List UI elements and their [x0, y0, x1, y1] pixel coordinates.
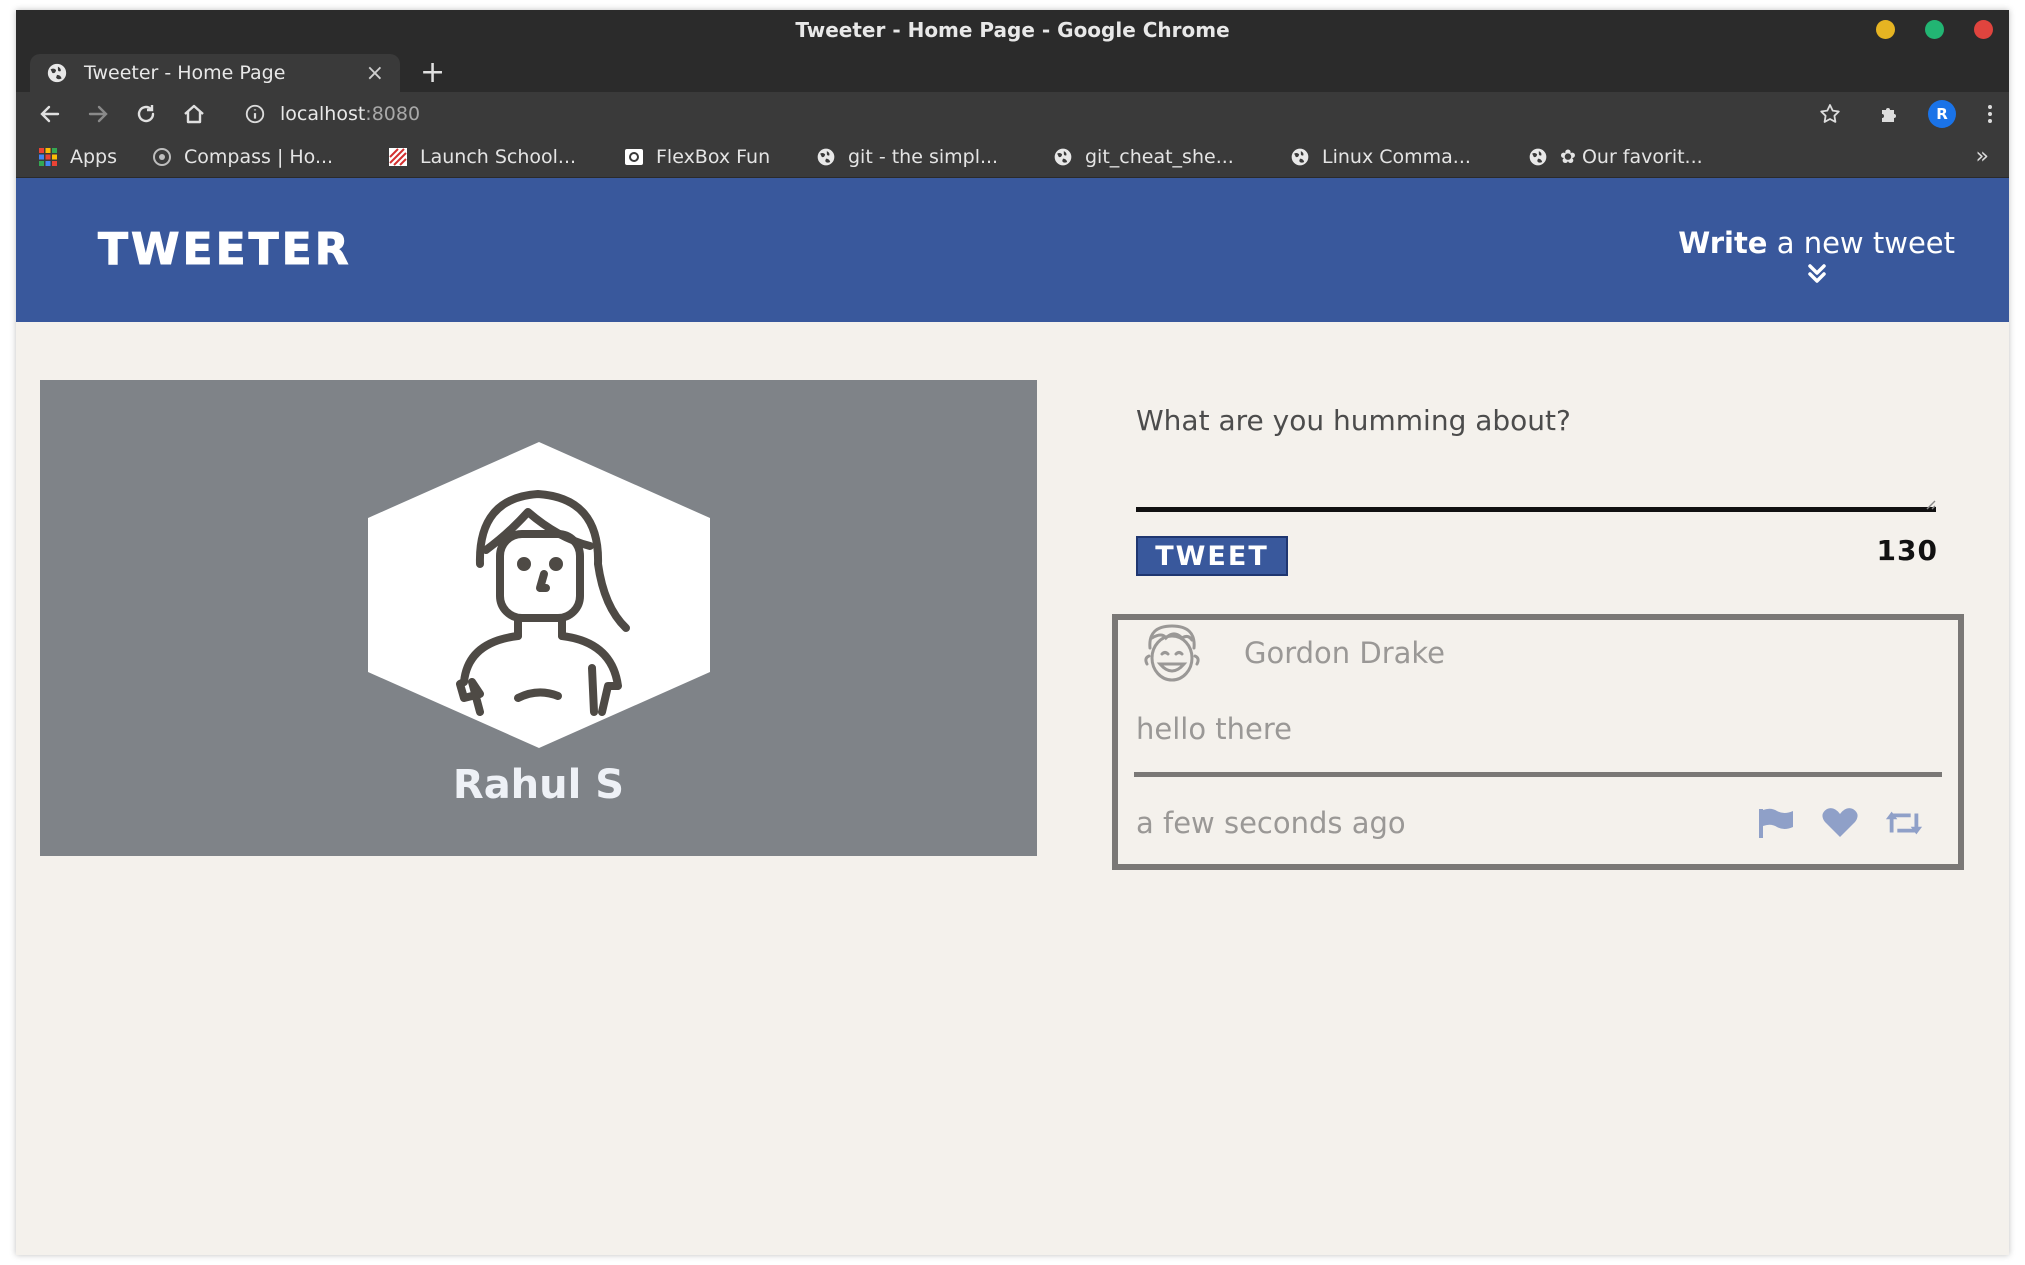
resize-grip-icon[interactable] — [1924, 498, 1936, 510]
bookmark-label: ✿ Our favorit... — [1560, 146, 1703, 168]
flexbox-icon — [625, 149, 643, 165]
tab-close-icon[interactable]: × — [366, 61, 384, 86]
arrow-left-icon — [40, 105, 60, 123]
man-avatar-icon — [1144, 624, 1200, 682]
close-window-button[interactable] — [1974, 20, 1993, 39]
bookmark-label: Linux Comma... — [1322, 146, 1471, 168]
chrome-menu-button[interactable] — [1976, 100, 2004, 128]
bookmark-compass[interactable]: Compass | Ho... — [152, 146, 333, 168]
browser-window: Tweeter - Home Page - Google Chrome Twee… — [16, 10, 2009, 1255]
globe-icon — [1529, 148, 1547, 166]
bookmark-flexbox-fun[interactable]: FlexBox Fun — [624, 146, 770, 168]
minimize-button[interactable] — [1876, 20, 1895, 39]
like-button[interactable] — [1820, 806, 1860, 840]
profile-button[interactable]: R — [1928, 100, 1956, 128]
extensions-button[interactable] — [1876, 100, 1904, 128]
maximize-button[interactable] — [1925, 20, 1944, 39]
url-host: localhost — [280, 103, 366, 125]
user-avatar-hexagon — [368, 442, 710, 748]
puzzle-icon — [1882, 108, 1896, 122]
globe-icon — [47, 63, 67, 83]
globe-icon — [817, 148, 835, 166]
bookmark-label: Compass | Ho... — [184, 146, 334, 168]
bookmark-label: Apps — [70, 146, 118, 168]
bookmark-git-simple[interactable]: git - the simpl... — [816, 146, 998, 168]
tweet-divider — [1134, 772, 1942, 777]
profile-card: Rahul S — [40, 380, 1037, 856]
bookmark-label: git - the simpl... — [848, 146, 999, 168]
tweet-author-name: Gordon Drake — [1244, 636, 1446, 670]
page-content: TWEETER Write a new tweet Rahul S What a… — [16, 178, 2009, 1255]
flag-button[interactable] — [1756, 806, 1796, 840]
retweet-icon — [1885, 811, 1923, 835]
bookmark-label: git_cheat_she... — [1085, 146, 1234, 168]
tweet-submit-button[interactable]: TWEET — [1136, 536, 1288, 576]
browser-toolbar: localhost:8080 R — [16, 92, 2009, 136]
home-icon — [184, 104, 204, 124]
user-name: Rahul S — [452, 762, 625, 808]
flag-icon — [1759, 808, 1793, 838]
tab-strip: Tweeter - Home Page × + — [16, 50, 2009, 92]
title-bar: Tweeter - Home Page - Google Chrome — [16, 10, 2009, 50]
retweet-button[interactable] — [1884, 806, 1924, 840]
new-tab-button[interactable]: + — [420, 56, 445, 90]
launch-school-icon — [389, 148, 407, 166]
write-label-rest: a new tweet — [1767, 226, 1955, 260]
home-button[interactable] — [180, 100, 208, 128]
heart-icon — [1822, 808, 1858, 837]
tab-tweeter-home[interactable]: Tweeter - Home Page × — [30, 54, 400, 92]
bookmark-launch-school[interactable]: Launch School... — [388, 146, 576, 168]
bookmark-apps[interactable]: Apps — [38, 146, 117, 168]
more-vertical-icon — [1988, 105, 1992, 123]
write-new-tweet-toggle[interactable]: Write a new tweet — [1678, 226, 1955, 286]
tweet-actions — [1756, 806, 1924, 840]
globe-icon — [1291, 148, 1309, 166]
forward-button[interactable] — [84, 100, 112, 128]
address-bar[interactable]: localhost:8080 — [244, 98, 420, 130]
write-label-bold: Write — [1678, 226, 1768, 260]
bookmark-label: FlexBox Fun — [656, 146, 771, 168]
info-icon[interactable] — [244, 103, 266, 125]
bookmarks-overflow-button[interactable]: » — [1976, 144, 1989, 169]
site-nav: TWEETER Write a new tweet — [16, 178, 2009, 322]
tweet-card: Gordon Drake hello there a few seconds a… — [1112, 614, 1964, 870]
arrow-right-icon — [88, 105, 108, 123]
character-counter: 130 — [1876, 534, 1938, 567]
double-chevron-down-icon — [1807, 264, 1826, 283]
star-icon — [1820, 104, 1840, 123]
profile-avatar: R — [1928, 100, 1956, 128]
globe-icon — [1054, 148, 1072, 166]
bookmark-linux-commands[interactable]: Linux Comma... — [1290, 146, 1471, 168]
tab-title: Tweeter - Home Page — [84, 62, 286, 84]
window-controls — [1876, 20, 1993, 39]
compass-icon — [153, 148, 171, 166]
site-logo[interactable]: TWEETER — [98, 224, 352, 276]
bookmarks-bar: Apps Compass | Ho... Launch School... Fl… — [16, 136, 2009, 178]
bookmark-git-cheat-sheet[interactable]: git_cheat_she... — [1053, 146, 1234, 168]
back-button[interactable] — [36, 100, 64, 128]
reload-button[interactable] — [132, 100, 160, 128]
bookmark-star-button[interactable] — [1816, 100, 1844, 128]
tweet-content: hello there — [1136, 712, 1293, 746]
bookmark-label: Launch School... — [420, 146, 577, 168]
new-tweet-form: TWEET 130 — [1136, 404, 1938, 576]
tweet-text-input[interactable] — [1136, 404, 1936, 512]
url-port: :8080 — [365, 103, 421, 125]
bookmark-our-favorites[interactable]: ✿ Our favorit... — [1528, 146, 1703, 168]
apps-grid-icon — [39, 148, 57, 166]
reload-icon — [137, 105, 155, 123]
tweet-timestamp: a few seconds ago — [1136, 806, 1406, 840]
window-title: Tweeter - Home Page - Google Chrome — [795, 18, 1230, 42]
